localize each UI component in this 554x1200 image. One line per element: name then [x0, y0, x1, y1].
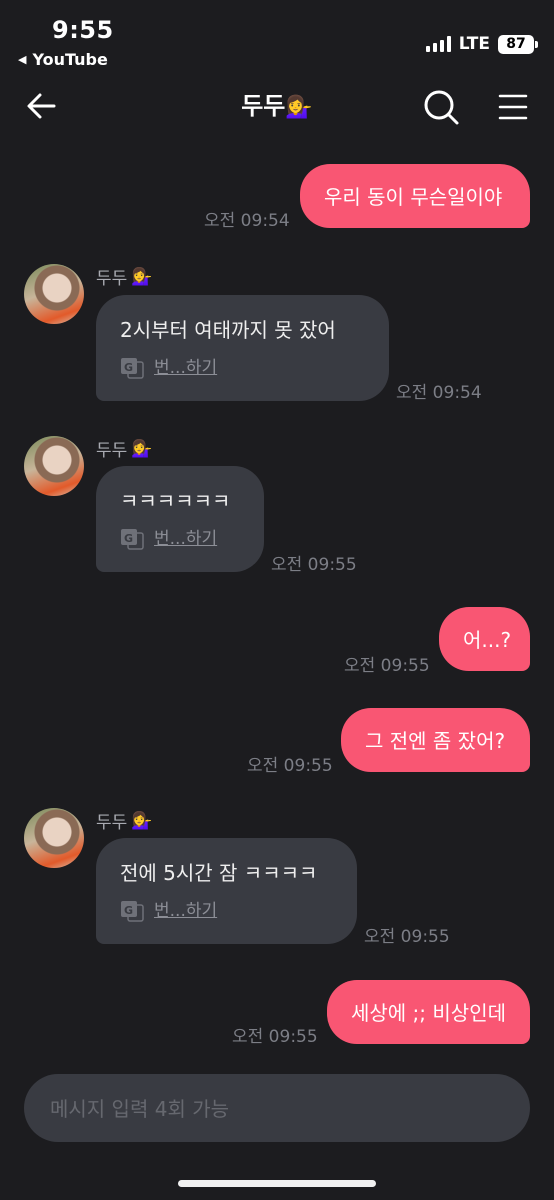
message-time: 오전 09:55 [344, 656, 430, 676]
avatar[interactable] [24, 264, 84, 324]
svg-text:G: G [124, 904, 133, 917]
translate-label: 번...하기 [154, 529, 218, 549]
back-to-app-link[interactable]: ◀ YouTube [18, 50, 108, 69]
chat-title-text: 두두 [241, 92, 286, 120]
translate-label: 번...하기 [154, 358, 218, 378]
sender-name: 두두 💁‍♀️ [96, 808, 153, 834]
my-message-bubble[interactable]: 그 전엔 좀 잤어? [341, 708, 530, 772]
avatar[interactable] [24, 808, 84, 868]
message-text: 2시부터 여태까지 못 잤어 [120, 318, 336, 342]
message-time: 오전 09:54 [396, 383, 482, 403]
my-message-bubble[interactable]: 어...? [439, 607, 530, 671]
message-text: 세상에 ;; 비상인데 [351, 1001, 506, 1025]
message-time: 오전 09:54 [204, 211, 290, 231]
sender-emoji: 💁‍♀️ [131, 810, 153, 831]
chat-title-emoji: 💁‍♀️ [285, 95, 313, 120]
my-message-bubble[interactable]: 세상에 ;; 비상인데 [327, 980, 530, 1044]
translate-link[interactable]: G 번...하기 [120, 524, 240, 554]
message-text: 어...? [463, 628, 512, 652]
back-triangle-icon: ◀ [18, 53, 27, 66]
svg-text:G: G [124, 361, 133, 374]
their-message-bubble[interactable]: 2시부터 여태까지 못 잤어 G 번...하기 [96, 295, 389, 401]
battery-level: 87 [506, 35, 526, 52]
sender-name-text: 두두 [96, 441, 128, 461]
message-time: 오전 09:55 [247, 756, 333, 776]
their-message-bubble[interactable]: 전에 5시간 잠 ㅋㅋㅋㅋ G 번...하기 [96, 838, 357, 944]
search-icon[interactable] [422, 88, 460, 126]
message-text: 그 전엔 좀 잤어? [365, 729, 506, 753]
message-time: 오전 09:55 [232, 1027, 318, 1047]
home-indicator[interactable] [178, 1180, 376, 1187]
chat-title: 두두💁‍♀️ [0, 88, 554, 126]
sender-name: 두두 💁‍♀️ [96, 436, 153, 462]
battery-icon: 87 [498, 34, 538, 54]
message-input[interactable] [48, 1074, 512, 1144]
sender-name-text: 두두 [96, 813, 128, 833]
my-message-bubble[interactable]: 우리 동이 무슨일이야 [300, 164, 530, 228]
translate-link[interactable]: G 번...하기 [120, 896, 333, 926]
avatar[interactable] [24, 436, 84, 496]
sender-emoji: 💁‍♀️ [131, 266, 153, 287]
sender-emoji: 💁‍♀️ [131, 438, 153, 459]
translate-icon: G [121, 529, 144, 550]
translate-icon: G [121, 358, 144, 379]
message-text: 전에 5시간 잠 ㅋㅋㅋㅋ [120, 861, 318, 885]
message-time: 오전 09:55 [271, 555, 357, 575]
svg-text:G: G [124, 532, 133, 545]
their-message-bubble[interactable]: ㅋㅋㅋㅋㅋㅋ G 번...하기 [96, 466, 264, 572]
sender-name-text: 두두 [96, 269, 128, 289]
status-indicators: LTE 87 [425, 34, 538, 54]
message-time: 오전 09:55 [364, 927, 450, 947]
translate-icon: G [121, 901, 144, 922]
network-type: LTE [458, 34, 490, 54]
translate-label: 번...하기 [154, 901, 218, 921]
back-app-label: YouTube [32, 50, 108, 69]
menu-icon[interactable] [496, 90, 530, 124]
message-text: 우리 동이 무슨일이야 [324, 185, 503, 209]
message-input-container [24, 1074, 530, 1144]
status-time: 9:55 [52, 16, 114, 44]
sender-name: 두두 💁‍♀️ [96, 264, 153, 290]
message-text: ㅋㅋㅋㅋㅋㅋ [120, 489, 231, 513]
signal-icon [425, 36, 451, 52]
translate-link[interactable]: G 번...하기 [120, 353, 365, 383]
